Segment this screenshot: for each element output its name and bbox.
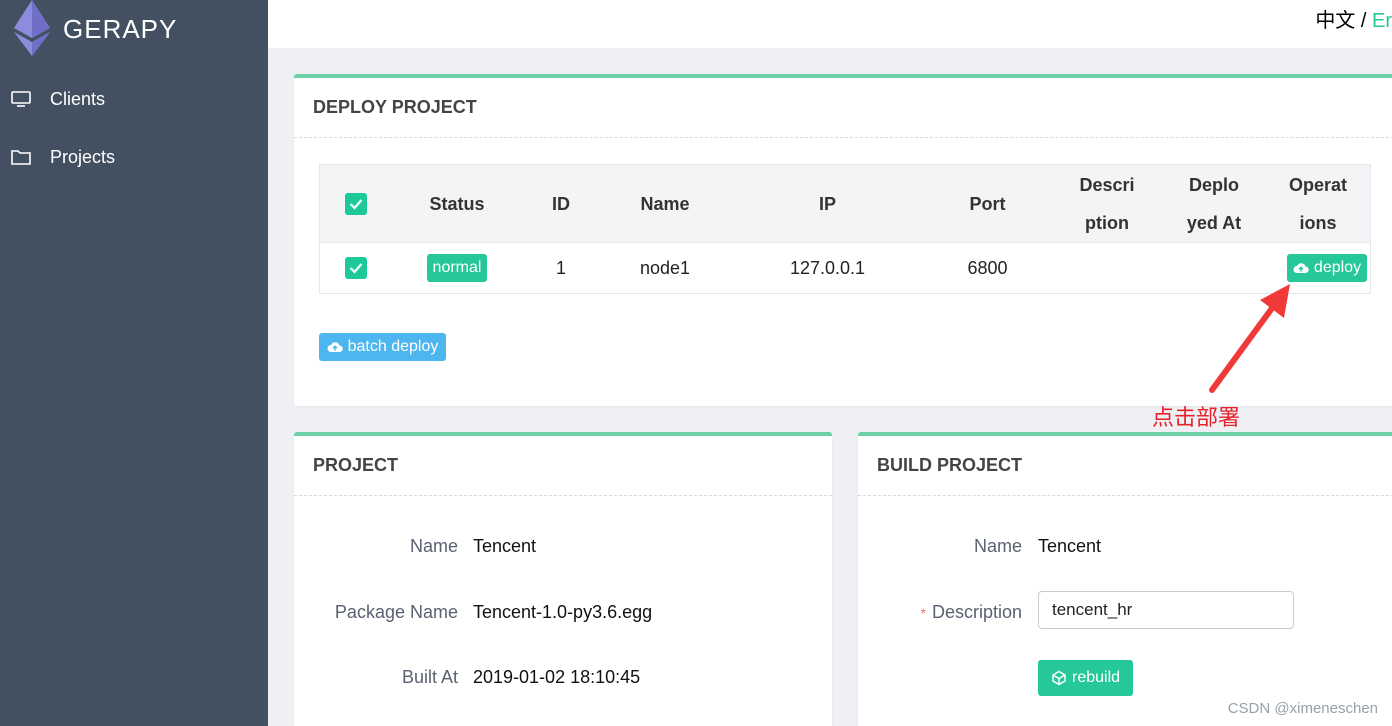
rebuild-label: rebuild [1071,669,1121,686]
field-value: Tencent [1038,536,1102,556]
clients-table: Status ID Name IP Port Descri ption Depl… [319,164,1371,294]
col-ip: IP [818,193,836,214]
check-icon [349,198,363,210]
ip-cell: 127.0.0.1 [789,257,866,278]
sidebar: GERAPY Clients Projects [0,0,268,726]
cloud-upload-icon [1293,263,1309,273]
col-operations: Operat ions [1288,174,1348,233]
annotation-arrow-icon [1209,284,1290,393]
sidebar-item-label: Projects [50,146,116,167]
monitor-icon [11,91,31,107]
watermark: CSDN @ximeneschen [1227,700,1378,717]
sidebar-item-clients[interactable]: Clients [0,79,268,119]
field-label: Description [931,602,1022,622]
build-project-card: BUILD PROJECT Name Tencent * Description … [858,432,1392,726]
col-status: Status [429,193,485,214]
col-description: Descri ption [1079,174,1135,233]
sidebar-item-label: Clients [50,88,106,109]
col-id: ID [552,193,570,214]
field-label: Package Name [334,602,458,622]
row-checkbox[interactable] [345,257,367,279]
batch-deploy-button[interactable]: batch deploy [319,333,446,361]
top-bar: 中文 / Er [268,0,1392,48]
select-all-cell [320,165,392,242]
field-value: Tencent-1.0-py3.6.egg [473,602,653,622]
batch-deploy-label: batch deploy [347,338,439,355]
port-cell: 6800 [967,257,1008,278]
brand-title: GERAPY [63,14,178,44]
required-mark: * [920,605,926,621]
folder-icon [11,150,31,165]
card-title: BUILD PROJECT [858,436,1392,496]
row-select-cell [320,243,392,293]
description-input[interactable]: tencent_hr [1038,591,1294,629]
description-cell [1072,243,1142,293]
cube-icon [1052,670,1066,686]
cloud-upload-icon [327,342,343,352]
select-all-checkbox[interactable] [345,192,367,215]
description-input-value: tencent_hr [1052,600,1133,619]
col-deployed-at: Deplo yed At [1186,174,1242,233]
field-label-wrap: * Description [921,602,1023,623]
build-name-row: Name Tencent [858,536,1392,560]
field-label: Name [973,536,1022,556]
name-cell: node1 [639,257,691,278]
col-port: Port [969,193,1006,214]
field-label: Built At [401,667,458,687]
project-name-row: Name Tencent [294,536,832,560]
col-name: Name [640,193,690,214]
field-label: Name [409,536,458,556]
sidebar-item-projects[interactable]: Projects [0,137,268,177]
annotation-text: 点击部署 [1152,405,1241,430]
table-header-row: Status ID Name IP Port Descri ption Depl… [320,165,1370,243]
deploy-button[interactable]: deploy [1287,254,1367,282]
ethereum-logo-icon [14,0,50,56]
lang-en-link[interactable]: Er [1372,10,1392,32]
built-at-row: Built At 2019-01-02 18:10:45 [294,667,832,691]
deploy-button-label: deploy [1313,259,1362,276]
status-cell: normal [402,243,512,293]
card-title: PROJECT [294,436,832,496]
field-value: Tencent [473,536,537,556]
package-name-row: Package Name Tencent-1.0-py3.6.egg [294,602,832,626]
project-card: PROJECT Name Tencent Package Name Tencen… [294,432,832,726]
card-title: DEPLOY PROJECT [294,78,1392,138]
rebuild-button[interactable]: rebuild [1038,660,1133,696]
lang-zh-link[interactable]: 中文 [1315,10,1355,32]
language-switcher: 中文 / Er [1315,4,1392,33]
id-cell: 1 [555,257,566,278]
check-icon [349,263,363,274]
lang-separator: / [1360,10,1367,32]
field-value: 2019-01-02 18:10:45 [473,667,641,687]
status-badge: normal [426,254,488,282]
